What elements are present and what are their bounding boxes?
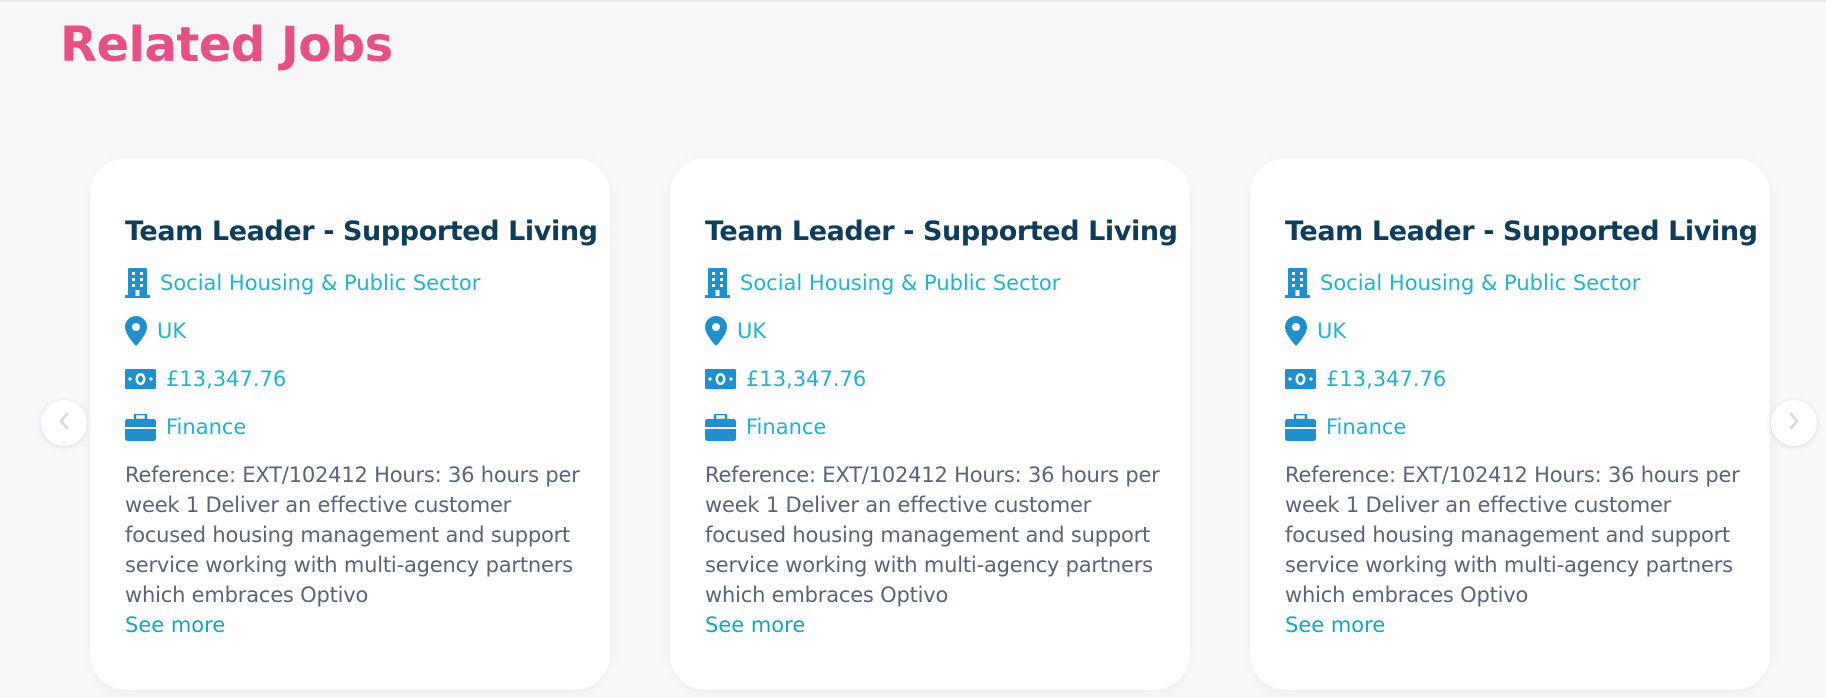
job-sector-label: Social Housing & Public Sector — [160, 271, 481, 295]
see-more-link[interactable]: See more — [125, 610, 580, 640]
job-description: Reference: EXT/102412 Hours: 36 hours pe… — [705, 463, 1160, 607]
job-salary: £13,347.76 — [705, 364, 1160, 394]
job-location: UK — [1285, 316, 1740, 346]
see-more-link[interactable]: See more — [705, 610, 1160, 640]
job-sector-label: Social Housing & Public Sector — [740, 271, 1061, 295]
job-card[interactable]: Team Leader - Supported Living Social Ho… — [1250, 158, 1770, 690]
job-location: UK — [125, 316, 580, 346]
job-sector: Social Housing & Public Sector — [125, 268, 580, 298]
job-category-label: Finance — [166, 415, 247, 439]
job-location-label: UK — [1317, 319, 1347, 343]
building-icon — [125, 268, 150, 298]
chevron-right-icon — [1788, 412, 1800, 434]
job-category-label: Finance — [1326, 415, 1407, 439]
see-more-link[interactable]: See more — [1285, 610, 1740, 640]
briefcase-icon — [125, 413, 156, 441]
job-salary-label: £13,347.76 — [166, 367, 287, 391]
map-pin-icon — [125, 316, 147, 346]
job-salary: £13,347.76 — [1285, 364, 1740, 394]
job-category: Finance — [1285, 412, 1740, 442]
job-sector: Social Housing & Public Sector — [1285, 268, 1740, 298]
building-icon — [1285, 268, 1310, 298]
job-location: UK — [705, 316, 1160, 346]
job-description: Reference: EXT/102412 Hours: 36 hours pe… — [125, 463, 580, 607]
job-title[interactable]: Team Leader - Supported Living — [1285, 214, 1758, 250]
job-card[interactable]: Team Leader - Supported Living Social Ho… — [670, 158, 1190, 690]
money-icon — [1285, 369, 1316, 389]
money-icon — [705, 369, 736, 389]
job-category: Finance — [125, 412, 580, 442]
money-icon — [125, 369, 156, 389]
job-location-label: UK — [157, 319, 187, 343]
job-title[interactable]: Team Leader - Supported Living — [705, 214, 1178, 250]
related-jobs-carousel: Team Leader - Supported Living Social Ho… — [0, 0, 1826, 698]
carousel-prev-button[interactable] — [41, 400, 87, 446]
chevron-left-icon — [58, 412, 70, 434]
job-sector: Social Housing & Public Sector — [705, 268, 1160, 298]
job-salary: £13,347.76 — [125, 364, 580, 394]
building-icon — [705, 268, 730, 298]
map-pin-icon — [705, 316, 727, 346]
job-salary-label: £13,347.76 — [1326, 367, 1447, 391]
job-title[interactable]: Team Leader - Supported Living — [125, 214, 598, 250]
job-location-label: UK — [737, 319, 767, 343]
job-category-label: Finance — [746, 415, 827, 439]
briefcase-icon — [1285, 413, 1316, 441]
job-sector-label: Social Housing & Public Sector — [1320, 271, 1641, 295]
job-category: Finance — [705, 412, 1160, 442]
carousel-next-button[interactable] — [1771, 400, 1817, 446]
job-description: Reference: EXT/102412 Hours: 36 hours pe… — [1285, 463, 1740, 607]
map-pin-icon — [1285, 316, 1307, 346]
job-card[interactable]: Team Leader - Supported Living Social Ho… — [90, 158, 610, 690]
briefcase-icon — [705, 413, 736, 441]
job-salary-label: £13,347.76 — [746, 367, 867, 391]
